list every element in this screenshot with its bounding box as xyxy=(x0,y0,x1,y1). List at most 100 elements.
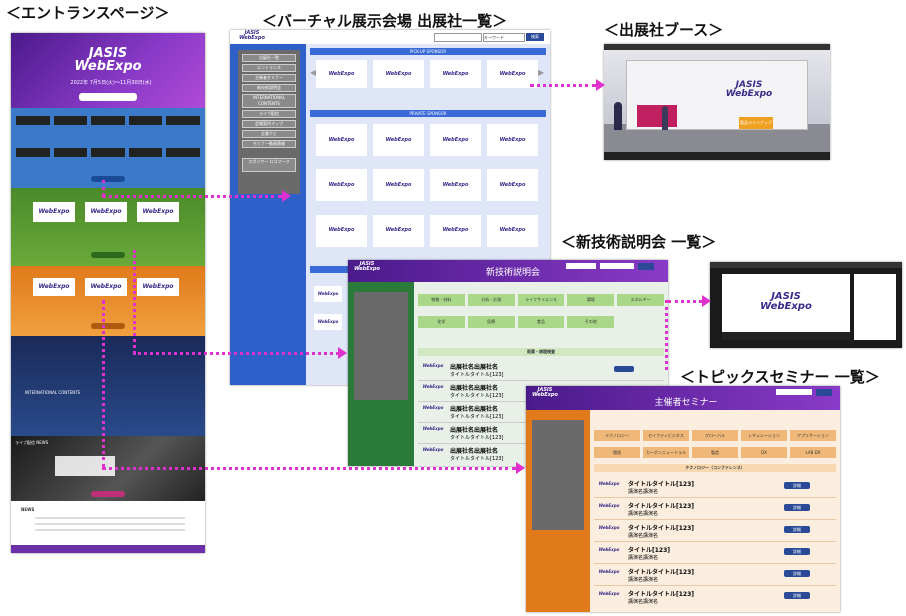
tech-category-button[interactable]: 物質・材料 xyxy=(418,294,465,306)
tech-search-input[interactable] xyxy=(600,263,634,269)
topics-sidebar xyxy=(526,410,590,612)
private-sponsor-card[interactable]: WebExpo xyxy=(430,169,481,202)
private-sponsor-card[interactable]: WebExpo xyxy=(373,124,424,156)
tech-category-button[interactable]: 食品 xyxy=(517,315,565,328)
tech-category-button[interactable]: 化学 xyxy=(418,315,465,328)
seminar-card[interactable]: WebExpo xyxy=(33,202,75,222)
venue-search-input[interactable]: キーワード xyxy=(483,33,525,42)
tech-filter-select[interactable] xyxy=(566,263,596,269)
private-sponsor-card[interactable]: WebExpo xyxy=(373,169,424,202)
topics-category-button[interactable]: アプリケーション xyxy=(790,430,836,441)
tech-category-button[interactable]: ライフサイエンス xyxy=(517,294,565,306)
topics-category-button[interactable]: LAB DX xyxy=(790,446,836,458)
private-sponsor-card[interactable]: WebExpo xyxy=(487,214,538,247)
topics-category-button[interactable]: セイフティビジネス xyxy=(643,430,689,441)
topics-card[interactable]: WebExpo xyxy=(33,278,75,296)
venue-search-button[interactable]: 検索 xyxy=(526,33,544,41)
venue-menu-item[interactable]: ライブ配信 xyxy=(242,110,296,118)
venue-menu-item[interactable]: エントランス xyxy=(242,64,296,72)
pickup-thumb[interactable] xyxy=(128,147,163,157)
venue-menu-item[interactable]: 企業ナビ xyxy=(242,130,296,138)
topics-category-button[interactable]: DX xyxy=(741,446,787,458)
tech-category-button[interactable]: 分析・計測 xyxy=(467,294,515,306)
tech-category-button[interactable]: 環境 xyxy=(567,294,615,306)
seminar-card[interactable]: WebExpo xyxy=(137,202,179,222)
venue-pickup-right-arrow[interactable]: ▶ xyxy=(538,68,544,77)
venue-filter-select[interactable] xyxy=(434,33,482,42)
topics-list-item[interactable]: WebExpo タイトルタイトル[123] 講演名講演名 詳細 xyxy=(594,476,836,498)
topics-detail-button[interactable]: 詳細 xyxy=(784,504,810,511)
booth-screen[interactable] xyxy=(637,105,677,127)
venue-menu-item[interactable]: 出展社一覧 xyxy=(242,54,296,62)
tech-category-button[interactable]: その他 xyxy=(567,315,615,328)
pickup-thumb[interactable] xyxy=(53,147,88,157)
venue-sponsor-logo-button[interactable]: スポンサー ロゴマーク xyxy=(242,158,296,172)
pickup-sponsor-card[interactable]: WebExpo xyxy=(430,60,481,88)
topics-search-input[interactable] xyxy=(776,389,812,395)
topics-list-item[interactable]: WebExpo タイトルタイトル[123] 講演名講演名 詳細 xyxy=(594,586,836,607)
topics-category-button[interactable]: カーボンニュートラル xyxy=(643,446,689,458)
private-sponsor-card[interactable]: WebExpo xyxy=(430,124,481,156)
topics-more-button[interactable] xyxy=(91,323,125,329)
tech-list-item[interactable]: WebExpo 出展社名出展社名 タイトルタイトル[123] xyxy=(418,360,664,381)
private-sponsor-card[interactable]: WebExpo xyxy=(487,124,538,156)
private-sponsor-card[interactable]: WebExpo xyxy=(316,169,367,202)
venue-menu-item[interactable]: セミナー動画情報 xyxy=(242,140,296,148)
entrance-pickup-band xyxy=(11,108,205,188)
pickup-thumb[interactable] xyxy=(16,147,50,157)
topics-list-item[interactable]: WebExpo タイトルタイトル[123] 講演名講演名 詳細 xyxy=(594,564,836,586)
private-sponsor-card[interactable]: WebExpo xyxy=(316,124,367,156)
tech-category-button[interactable]: エネルギー xyxy=(617,294,664,306)
venue-menu-item[interactable]: 会場案内マップ xyxy=(242,120,296,128)
topics-detail-button[interactable]: 詳細 xyxy=(784,482,810,489)
private-sponsor-card[interactable]: WebExpo xyxy=(430,214,481,247)
topics-card[interactable]: WebExpo xyxy=(137,278,179,296)
tech-category-button[interactable]: 医療 xyxy=(467,315,515,328)
pickup-sponsor-card[interactable]: WebExpo xyxy=(316,60,367,88)
topics-category-button[interactable]: レギュレーション xyxy=(741,430,787,441)
pickup-sponsor-card[interactable]: WebExpo xyxy=(373,60,424,88)
venue-menu-item[interactable]: 主催者セミナー xyxy=(242,74,296,82)
entrance-topics-band: WebExpo WebExpo WebExpo xyxy=(11,266,205,336)
seminar-card[interactable]: WebExpo xyxy=(85,202,127,222)
topics-category-button[interactable]: 製造 xyxy=(692,446,738,458)
pickup-thumb[interactable] xyxy=(16,116,50,125)
venue-small-card[interactable]: WebExpo xyxy=(314,314,342,330)
video-controls[interactable] xyxy=(722,332,850,340)
private-sponsor-card[interactable]: WebExpo xyxy=(316,214,367,247)
topics-category-button[interactable]: 環境 xyxy=(594,446,640,458)
pickup-thumb[interactable] xyxy=(166,116,200,125)
venue-menu-item[interactable]: 新技術説明会 xyxy=(242,84,296,92)
tech-search-button[interactable] xyxy=(638,263,654,270)
topics-detail-button[interactable]: 詳細 xyxy=(784,592,810,599)
topics-card[interactable]: WebExpo xyxy=(85,278,127,296)
video-page: JASIS WebExpo xyxy=(710,262,902,348)
pickup-thumb[interactable] xyxy=(166,147,200,157)
topics-category-button[interactable]: テクノロジー xyxy=(594,430,640,441)
pickup-more-button[interactable] xyxy=(91,176,125,182)
pickup-thumb[interactable] xyxy=(53,116,88,125)
topics-detail-button[interactable]: 詳細 xyxy=(784,548,810,555)
venue-small-card[interactable]: WebExpo xyxy=(314,286,342,302)
live-more-button[interactable] xyxy=(91,491,125,497)
video-frame[interactable]: JASIS WebExpo xyxy=(722,274,850,340)
pickup-thumb[interactable] xyxy=(91,116,125,125)
topics-list-item[interactable]: WebExpo タイトル[123] 講演名講演名 詳細 xyxy=(594,542,836,564)
pickup-thumb[interactable] xyxy=(91,147,125,157)
booth-panel[interactable]: 製品ラインナップ xyxy=(739,117,773,129)
topics-list-item[interactable]: WebExpo タイトルタイトル[123] 講演名講演名 詳細 xyxy=(594,520,836,542)
venue-menu-item[interactable]: INTERNATIONAL CONTENTS xyxy=(242,94,296,108)
booth-person xyxy=(614,102,622,130)
topics-detail-button[interactable]: 詳細 xyxy=(784,570,810,577)
topics-category-button[interactable]: グローバル xyxy=(692,430,738,441)
pickup-thumb[interactable] xyxy=(128,116,163,125)
tech-detail-button[interactable] xyxy=(614,366,634,372)
topics-search-button[interactable] xyxy=(816,389,832,396)
topics-list-item[interactable]: WebExpo タイトルタイトル[123] 講演名講演名 詳細 xyxy=(594,498,836,520)
topics-detail-button[interactable]: 詳細 xyxy=(784,526,810,533)
hero-enter-button[interactable] xyxy=(79,93,137,101)
booth-page: JASIS WebExpo 製品ラインナップ xyxy=(604,44,830,160)
seminar-more-button[interactable] xyxy=(91,252,125,258)
private-sponsor-card[interactable]: WebExpo xyxy=(373,214,424,247)
private-sponsor-card[interactable]: WebExpo xyxy=(487,169,538,202)
